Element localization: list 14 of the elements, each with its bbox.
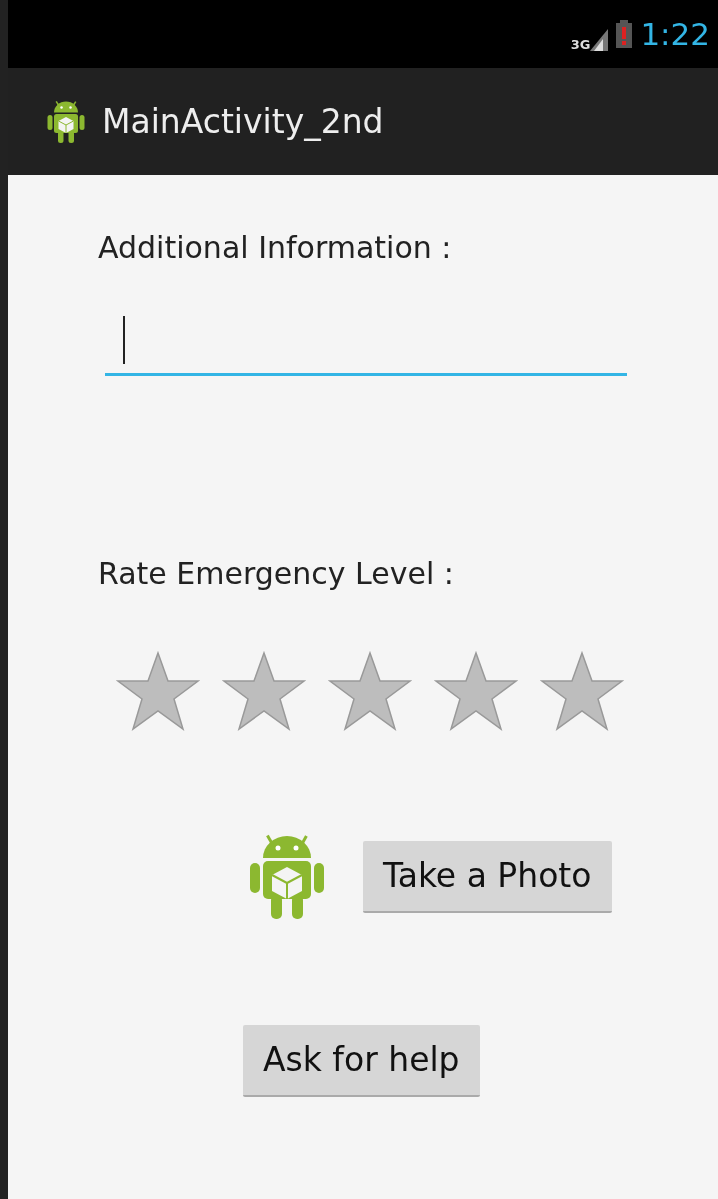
app-title: MainActivity_2nd xyxy=(102,100,384,143)
android-robot-icon xyxy=(46,98,86,145)
star-icon[interactable] xyxy=(328,651,412,731)
star-icon[interactable] xyxy=(540,651,624,731)
star-icon[interactable] xyxy=(116,651,200,731)
take-photo-button[interactable]: Take a Photo xyxy=(363,841,612,913)
signal-icon xyxy=(590,28,609,51)
field-label: Additional Information : xyxy=(98,229,453,267)
rating-label: Rate Emergency Level : xyxy=(98,555,455,593)
help-button[interactable]: Ask for help xyxy=(243,1025,480,1097)
clock-time: 1:22 xyxy=(640,14,710,54)
star-icon[interactable] xyxy=(434,651,518,731)
star-icon[interactable] xyxy=(222,651,306,731)
network-label: 3G xyxy=(570,37,591,51)
